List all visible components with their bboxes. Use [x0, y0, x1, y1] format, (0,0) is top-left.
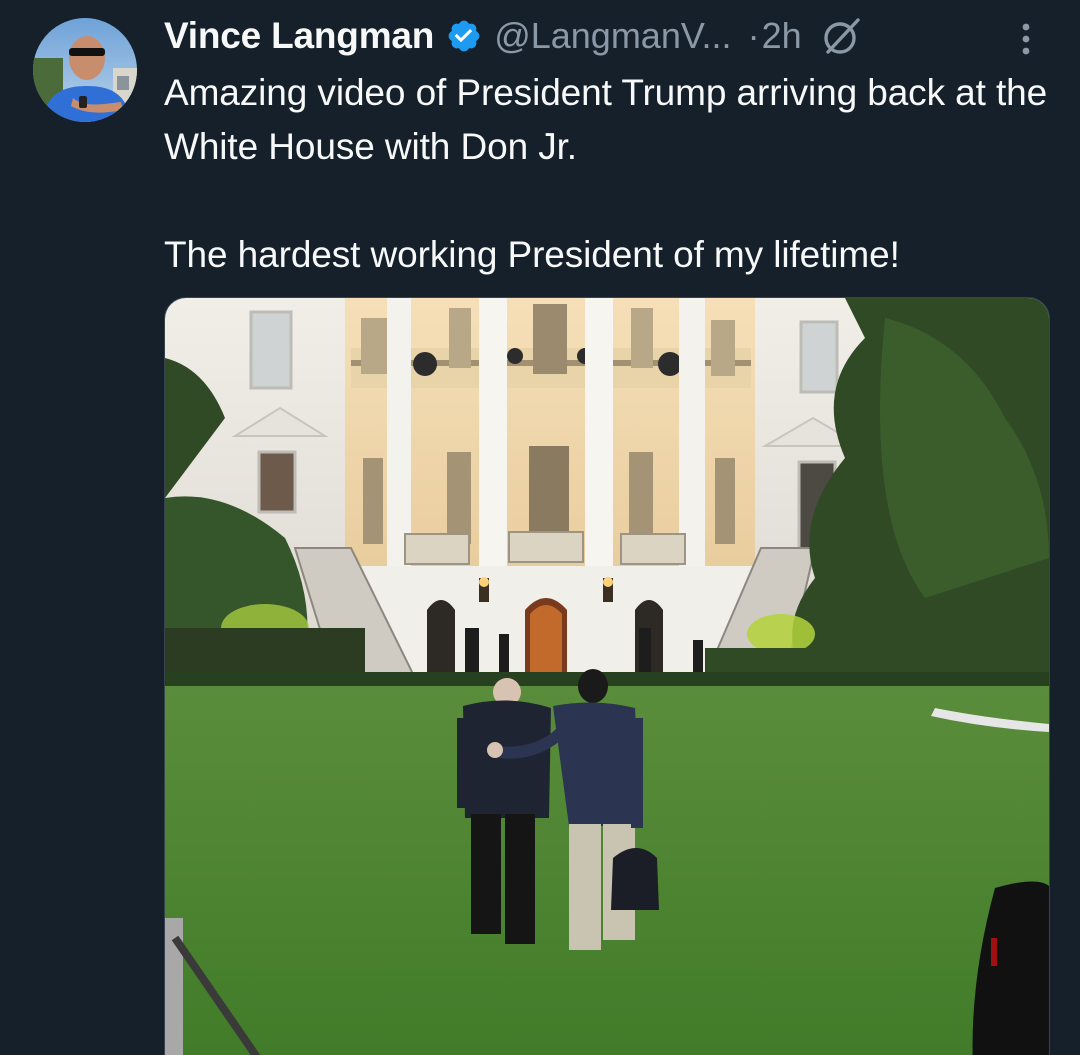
verified-badge-icon[interactable]: [446, 18, 482, 54]
video-thumbnail: [165, 298, 1049, 1055]
tweet-header: Vince Langman @LangmanV... · 2h: [164, 12, 864, 60]
grok-icon[interactable]: [820, 14, 864, 58]
tweet-text-line: Amazing video of President Trump arrivin…: [164, 72, 1048, 167]
user-handle[interactable]: @LangmanV...: [494, 15, 731, 57]
separator-dot: ·: [747, 15, 760, 56]
tweet-text-line: The hardest working President of my life…: [164, 234, 900, 275]
more-options-icon: [1022, 23, 1030, 55]
tweet[interactable]: Vince Langman @LangmanV... · 2h Amazing …: [0, 0, 1080, 1055]
timestamp[interactable]: 2h: [762, 15, 802, 57]
tweet-text: Amazing video of President Trump arrivin…: [164, 66, 1054, 282]
avatar[interactable]: [33, 18, 137, 122]
display-name[interactable]: Vince Langman: [164, 15, 434, 57]
avatar-image: [33, 18, 137, 122]
more-options-button[interactable]: [1004, 14, 1048, 62]
tweet-media[interactable]: [164, 297, 1050, 1055]
